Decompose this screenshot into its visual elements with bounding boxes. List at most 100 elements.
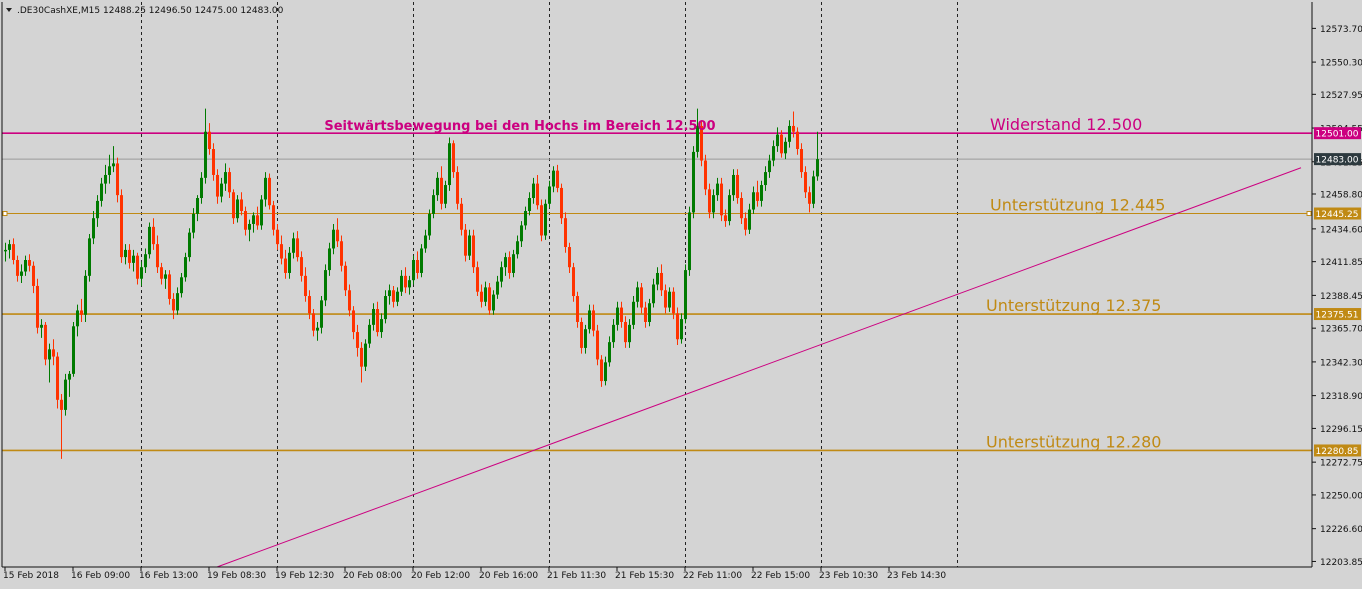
x-tick-label: 19 Feb 08:30 bbox=[207, 571, 266, 581]
candle-body bbox=[676, 313, 679, 340]
candle-body bbox=[748, 209, 751, 230]
candle bbox=[364, 339, 367, 371]
candle-body bbox=[372, 309, 375, 325]
candle-body bbox=[236, 199, 239, 219]
candle-body bbox=[580, 321, 583, 348]
candle-body bbox=[204, 131, 207, 178]
x-tick-label: 15 Feb 2018 bbox=[3, 571, 59, 581]
candle-body bbox=[356, 332, 359, 348]
candle-body bbox=[244, 210, 247, 230]
y-tick-label: 12318.90 bbox=[1320, 392, 1362, 402]
price-box-label: 12280.85 bbox=[1316, 447, 1359, 457]
candle-body bbox=[28, 259, 31, 266]
y-tick-label: 12250.00 bbox=[1320, 491, 1362, 501]
candle bbox=[184, 252, 187, 282]
candle-body bbox=[264, 177, 267, 200]
candle-body bbox=[512, 254, 515, 273]
candle-body bbox=[384, 296, 387, 320]
candle-body bbox=[608, 342, 611, 363]
candle-body bbox=[144, 254, 147, 268]
y-tick-label: 12365.70 bbox=[1320, 325, 1362, 335]
candle-body bbox=[12, 244, 15, 260]
candle-body bbox=[288, 252, 291, 273]
candle bbox=[488, 283, 491, 315]
candle-body bbox=[796, 131, 799, 150]
level-handle[interactable] bbox=[2, 211, 8, 217]
candle bbox=[456, 166, 459, 210]
candle bbox=[120, 189, 123, 263]
candle bbox=[704, 154, 707, 196]
candle-body bbox=[436, 177, 439, 196]
candle-body bbox=[272, 205, 275, 230]
candle-body bbox=[60, 399, 63, 410]
candle-body bbox=[576, 296, 579, 322]
candle-body bbox=[504, 257, 507, 268]
candle bbox=[88, 234, 91, 282]
candle-body bbox=[184, 257, 187, 278]
candle-body bbox=[8, 244, 11, 250]
y-tick-label: 12388.45 bbox=[1320, 292, 1362, 302]
level-handle[interactable] bbox=[1306, 211, 1312, 217]
candle-body bbox=[188, 232, 191, 258]
candle-body bbox=[660, 272, 663, 291]
candle-body bbox=[256, 215, 259, 226]
candle-body bbox=[208, 131, 211, 150]
candle-body bbox=[652, 284, 655, 304]
candle-body bbox=[764, 172, 767, 186]
candle-body bbox=[4, 249, 7, 252]
candle-body bbox=[780, 134, 783, 154]
candle-body bbox=[416, 259, 419, 273]
candle-body bbox=[456, 172, 459, 204]
candle-body bbox=[612, 324, 615, 343]
y-tick-label: 12203.85 bbox=[1320, 558, 1362, 568]
candle-body bbox=[80, 310, 83, 315]
x-tick-label: 16 Feb 13:00 bbox=[139, 571, 198, 581]
candle-body bbox=[212, 149, 215, 175]
candle-body bbox=[56, 356, 59, 400]
candle-body bbox=[540, 205, 543, 236]
candle-body bbox=[84, 275, 87, 315]
candle-body bbox=[732, 174, 735, 196]
candle-body bbox=[744, 218, 747, 230]
candle-body bbox=[160, 267, 163, 279]
candle-body bbox=[560, 187, 563, 219]
x-tick-label: 20 Feb 16:00 bbox=[479, 571, 538, 581]
candle-body bbox=[664, 290, 667, 308]
candle-body bbox=[788, 125, 791, 142]
candle-body bbox=[296, 238, 299, 258]
candle-body bbox=[340, 241, 343, 266]
candle-body bbox=[440, 177, 443, 204]
candle-body bbox=[640, 287, 643, 308]
y-tick-label: 12296.15 bbox=[1320, 425, 1362, 435]
candle-body bbox=[216, 174, 219, 197]
candle-body bbox=[520, 225, 523, 242]
candle bbox=[596, 324, 599, 366]
candle-body bbox=[108, 166, 111, 175]
candle-body bbox=[240, 199, 243, 211]
candle-body bbox=[620, 307, 623, 322]
candle-body bbox=[336, 229, 339, 242]
candle bbox=[188, 228, 191, 262]
candle-body bbox=[528, 198, 531, 211]
candle-body bbox=[376, 309, 379, 333]
candle-body bbox=[368, 324, 371, 344]
candle-body bbox=[672, 291, 675, 314]
candle bbox=[448, 137, 451, 191]
candle-body bbox=[124, 249, 127, 258]
x-tick-label: 20 Feb 08:00 bbox=[343, 571, 402, 581]
x-tick-label: 16 Feb 09:00 bbox=[71, 571, 130, 581]
candle-body bbox=[756, 192, 759, 201]
candle-body bbox=[592, 310, 595, 331]
candle-body bbox=[556, 170, 559, 188]
candle-body bbox=[68, 373, 71, 380]
candle bbox=[44, 321, 47, 366]
chart-root: 12573.7012550.3012527.9512504.5512481.15… bbox=[0, 0, 1362, 585]
candle-body bbox=[276, 229, 279, 245]
candle-body bbox=[364, 343, 367, 367]
current-price-label: 12483.00 bbox=[1316, 156, 1359, 166]
candle-body bbox=[32, 265, 35, 286]
candle-body bbox=[40, 324, 43, 328]
candle-body bbox=[552, 170, 555, 187]
candle-body bbox=[688, 212, 691, 271]
candle-body bbox=[432, 195, 435, 214]
